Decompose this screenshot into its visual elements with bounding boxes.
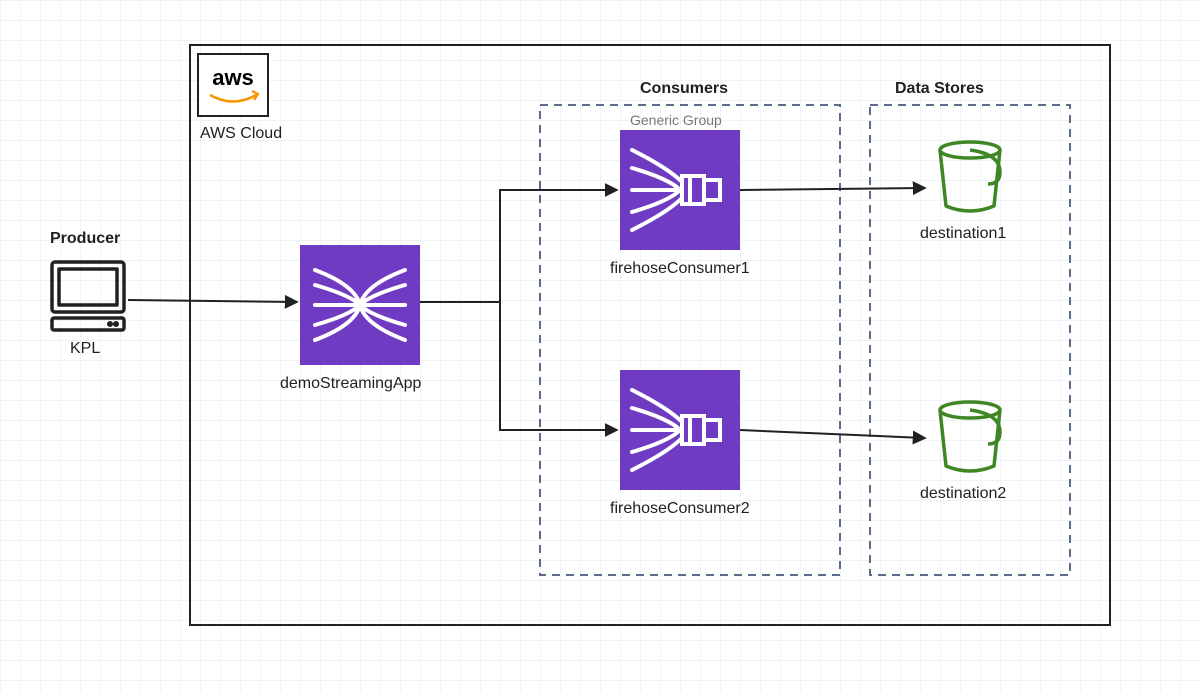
producer-label: KPL (70, 340, 100, 358)
arrow-consumer2-dest2 (740, 430, 924, 438)
s3-bucket2-icon (940, 402, 1000, 471)
data-stores-heading: Data Stores (895, 80, 984, 98)
firehose-consumer1-icon (620, 130, 740, 250)
consumer2-label: firehoseConsumer2 (610, 500, 750, 518)
stream-label: demoStreamingApp (280, 375, 421, 393)
dest1-label: destination1 (920, 225, 1006, 243)
arrow-producer-stream (128, 300, 296, 302)
producer-computer-icon (52, 262, 124, 330)
aws-badge: aws (198, 54, 268, 116)
aws-cloud-label: AWS Cloud (200, 125, 282, 143)
arrow-consumer1-dest1 (740, 188, 924, 190)
consumers-group-watermark: Generic Group (630, 112, 722, 128)
svg-text:aws: aws (212, 65, 254, 90)
s3-bucket1-icon (940, 142, 1000, 211)
dest2-label: destination2 (920, 485, 1006, 503)
consumers-heading: Consumers (640, 80, 728, 98)
kinesis-stream-icon (300, 245, 420, 365)
arrow-stream-consumer2 (420, 302, 616, 430)
firehose-consumer2-icon (620, 370, 740, 490)
data-stores-group (870, 105, 1070, 575)
arrow-stream-consumer1 (420, 190, 616, 302)
consumer1-label: firehoseConsumer1 (610, 260, 750, 278)
producer-heading: Producer (50, 230, 120, 248)
